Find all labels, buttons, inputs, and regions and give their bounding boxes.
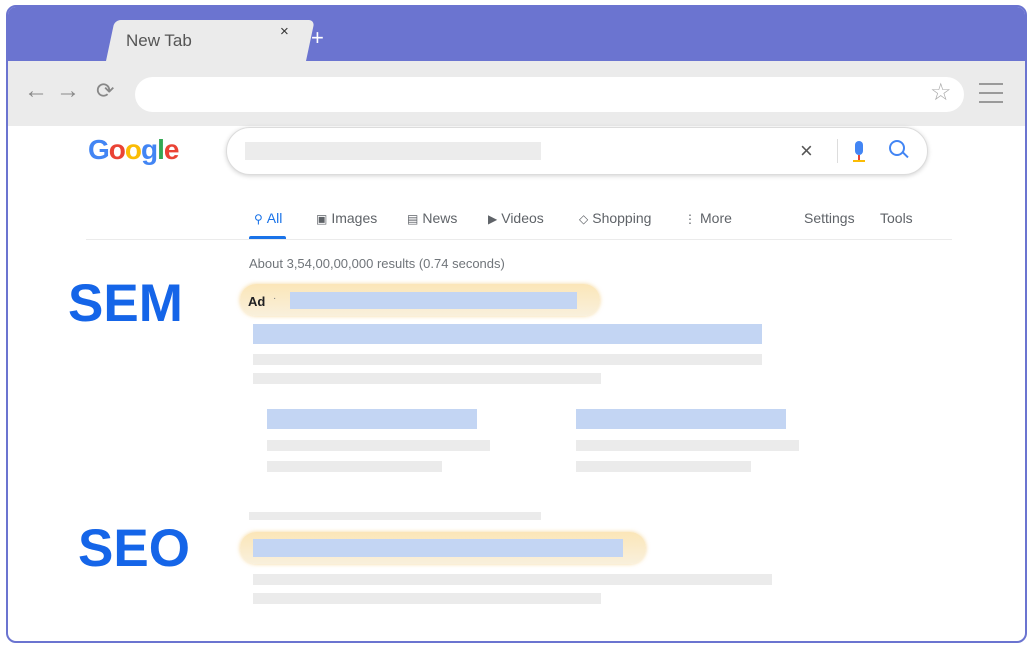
tag-icon: ◇ bbox=[579, 212, 589, 226]
organic-title-placeholder[interactable] bbox=[253, 539, 623, 557]
tab-videos[interactable]: ▶ Videos bbox=[488, 210, 544, 226]
ad-title-placeholder[interactable] bbox=[253, 324, 762, 344]
sitelink-title[interactable] bbox=[267, 409, 477, 429]
ad-description-line bbox=[253, 354, 762, 365]
menu-icon[interactable] bbox=[979, 83, 1003, 110]
sem-label: SEM bbox=[68, 274, 183, 333]
browser-toolbar: ← → ⟳ ☆ bbox=[8, 61, 1025, 126]
video-icon: ▶ bbox=[488, 212, 498, 226]
logo-letter: l bbox=[157, 134, 165, 165]
logo-letter: e bbox=[163, 134, 180, 165]
organic-description-line bbox=[253, 574, 772, 585]
google-logo[interactable]: Google bbox=[88, 134, 180, 166]
ad-label: Ad bbox=[248, 294, 266, 309]
ad-separator: · bbox=[273, 293, 277, 304]
tabs-divider bbox=[86, 239, 952, 240]
result-stats: About 3,54,00,00,000 results (0.74 secon… bbox=[249, 256, 505, 271]
address-bar[interactable] bbox=[135, 77, 964, 112]
tab-more[interactable]: ⋮ More bbox=[684, 210, 732, 226]
logo-letter: o bbox=[124, 134, 142, 165]
sitelink-description bbox=[267, 440, 490, 451]
more-dots-icon: ⋮ bbox=[684, 212, 696, 226]
sitelink-description bbox=[267, 461, 442, 472]
logo-letter: o bbox=[108, 134, 126, 165]
ad-description-line bbox=[253, 373, 601, 384]
ad-url-placeholder[interactable] bbox=[290, 292, 577, 309]
image-icon: ▣ bbox=[316, 212, 328, 226]
search-divider bbox=[837, 139, 838, 163]
sitelink-title[interactable] bbox=[576, 409, 786, 429]
tab-all[interactable]: ⚲ All bbox=[254, 210, 282, 226]
new-tab-icon[interactable]: + bbox=[311, 27, 324, 49]
tab-close-icon[interactable]: × bbox=[280, 23, 289, 40]
organic-url-placeholder bbox=[249, 512, 541, 520]
sitelink-description bbox=[576, 461, 751, 472]
tab-title: New Tab bbox=[126, 31, 192, 50]
tab-images[interactable]: ▣ Images bbox=[316, 210, 377, 226]
logo-letter: G bbox=[88, 134, 110, 165]
search-icon: ⚲ bbox=[254, 212, 263, 226]
tab-settings[interactable]: Settings bbox=[804, 210, 855, 226]
tab-tools[interactable]: Tools bbox=[880, 210, 913, 226]
back-arrow-icon[interactable]: ← bbox=[24, 79, 48, 103]
tab-bar: New Tab × + bbox=[8, 7, 1025, 61]
seo-label: SEO bbox=[78, 519, 190, 578]
tab-news[interactable]: ▤ News bbox=[407, 210, 457, 226]
star-icon[interactable]: ☆ bbox=[930, 81, 952, 105]
forward-arrow-icon[interactable]: → bbox=[56, 79, 80, 103]
search-box[interactable]: × bbox=[226, 127, 928, 175]
tab-shopping[interactable]: ◇ Shopping bbox=[579, 210, 651, 226]
logo-letter: g bbox=[141, 134, 158, 165]
sitelink-description bbox=[576, 440, 799, 451]
clear-icon[interactable]: × bbox=[800, 138, 813, 164]
news-icon: ▤ bbox=[407, 212, 419, 226]
reload-icon[interactable]: ⟳ bbox=[96, 79, 114, 103]
search-query-placeholder bbox=[245, 142, 541, 160]
organic-description-line bbox=[253, 593, 601, 604]
